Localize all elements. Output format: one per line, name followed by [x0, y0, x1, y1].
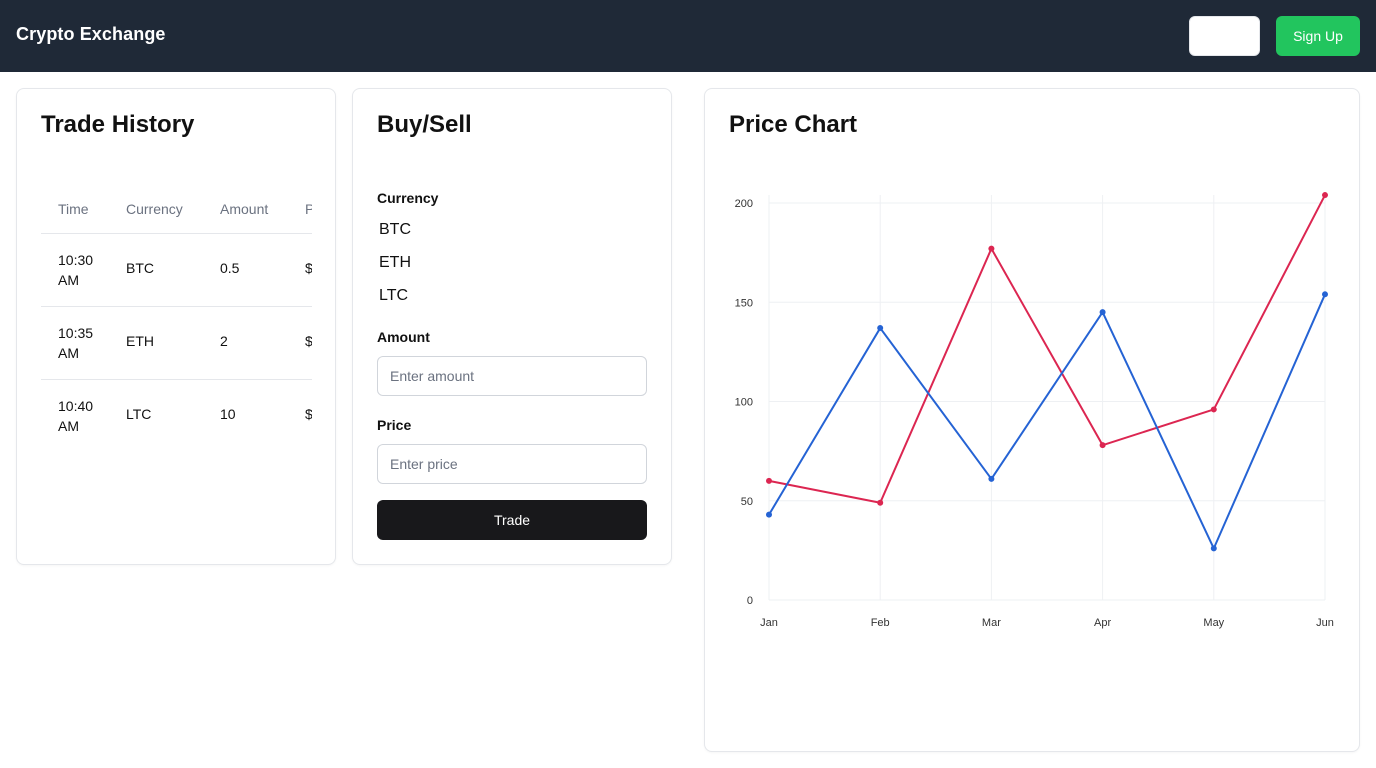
column-header-currency: Currency — [126, 201, 183, 217]
data-point — [877, 325, 884, 332]
price-chart: 0 50 100 150 200 Jan Feb Mar Apr May Jun — [735, 192, 1334, 629]
currency-label: Currency — [377, 190, 439, 206]
y-tick-label: 0 — [747, 595, 753, 607]
buy-sell-title: Buy/Sell — [377, 111, 472, 138]
x-tick-label: Apr — [1094, 617, 1111, 629]
y-tick-label: 100 — [735, 397, 753, 409]
y-tick-label: 50 — [741, 496, 753, 508]
trade-history-title: Trade History — [41, 111, 195, 138]
x-tick-label: Jun — [1316, 617, 1334, 629]
price-input[interactable] — [377, 444, 647, 484]
cell-currency: ETH — [126, 333, 154, 349]
table-row: 10:30 AM BTC 0.5 $ — [41, 234, 312, 307]
data-point — [988, 245, 995, 252]
buy-sell-card: Buy/Sell Currency BTC ETH LTC Amount Pri… — [352, 88, 672, 565]
currency-option-btc[interactable]: BTC — [379, 221, 411, 239]
x-tick-label: Jan — [760, 617, 778, 629]
top-navbar: Crypto Exchange Sign Up — [0, 0, 1376, 72]
cell-amount: 2 — [220, 333, 228, 349]
data-point — [1322, 192, 1328, 199]
column-header-amount: Amount — [220, 201, 269, 217]
x-tick-label: Mar — [982, 617, 1001, 629]
currency-option-ltc[interactable]: LTC — [379, 287, 408, 305]
data-point — [766, 511, 772, 518]
trade-history-card: Trade History Time Currency Amount P 10:… — [16, 88, 336, 565]
cell-price: $ — [305, 333, 312, 349]
data-point — [1099, 442, 1106, 449]
amount-input[interactable] — [377, 356, 647, 396]
price-chart-card: Price Chart 0 50 100 150 200 Jan Feb Mar Apr May J… — [704, 88, 1360, 752]
data-point — [877, 499, 884, 506]
data-point — [1099, 309, 1106, 316]
cell-time: 10:30 AM — [58, 252, 94, 288]
cell-amount: 0.5 — [220, 260, 240, 276]
data-point — [766, 477, 772, 484]
y-tick-label: 150 — [735, 297, 753, 309]
x-tick-label: May — [1203, 617, 1224, 629]
series-line — [768, 194, 1326, 504]
price-label: Price — [377, 417, 412, 433]
data-point — [1210, 406, 1217, 413]
cell-price: $ — [305, 260, 312, 276]
cell-time: 10:35 AM — [58, 325, 94, 361]
x-tick-label: Feb — [871, 617, 890, 629]
data-point — [1210, 545, 1217, 552]
currency-option-eth[interactable]: ETH — [379, 254, 411, 272]
cell-amount: 10 — [220, 406, 236, 422]
data-point — [1322, 291, 1328, 298]
login-button[interactable] — [1189, 16, 1260, 56]
signup-button[interactable]: Sign Up — [1276, 16, 1360, 56]
amount-label: Amount — [377, 329, 430, 345]
data-point — [988, 475, 995, 482]
app-title: Crypto Exchange — [16, 24, 166, 44]
cell-price: $ — [305, 406, 312, 422]
cell-currency: BTC — [126, 260, 154, 276]
table-row: 10:40 AM LTC 10 $ — [41, 380, 312, 453]
trade-history-table[interactable]: Time Currency Amount P 10:30 AM BTC 0.5 … — [41, 188, 312, 458]
table-row: 10:35 AM ETH 2 $ — [41, 307, 312, 380]
trade-button[interactable]: Trade — [377, 500, 647, 540]
series-line — [768, 293, 1326, 550]
cell-currency: LTC — [126, 406, 152, 422]
table-header-row: Time Currency Amount P — [41, 188, 312, 234]
column-header-price: P — [305, 201, 312, 217]
cell-time: 10:40 AM — [58, 398, 94, 434]
y-tick-label: 200 — [735, 198, 753, 210]
column-header-time: Time — [58, 201, 89, 217]
